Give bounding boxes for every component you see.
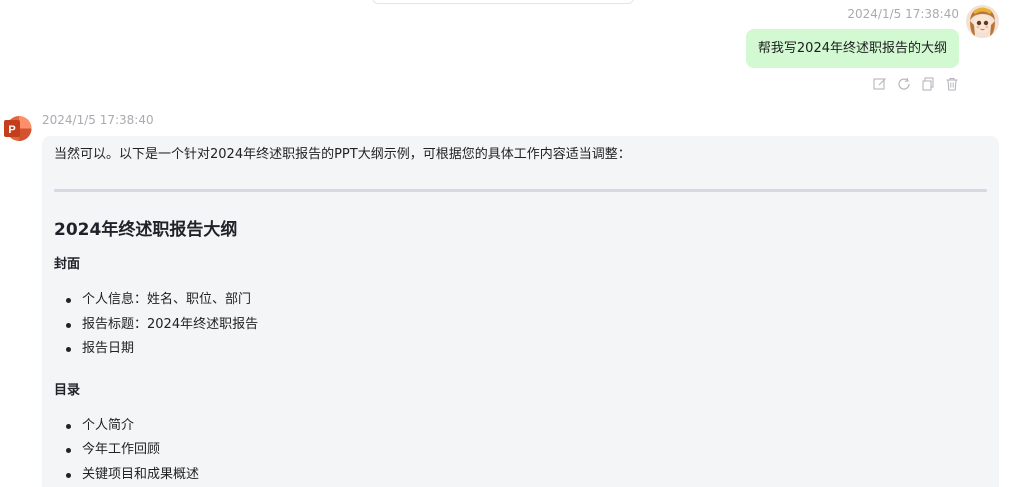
bot-message-bubble: 当然可以。以下是一个针对2024年终述职报告的PPT大纲示例，可根据您的具体工作…	[42, 136, 999, 487]
user-avatar	[966, 5, 999, 38]
section-title-toc: 目录	[54, 382, 81, 398]
bot-intro-text: 当然可以。以下是一个针对2024年终述职报告的PPT大纲示例，可根据您的具体工作…	[54, 147, 631, 162]
input-box-edge	[372, 0, 634, 4]
list-item: 今年工作回顾	[66, 441, 987, 466]
delete-icon[interactable]	[944, 76, 960, 92]
bot-avatar-letter: P	[8, 124, 15, 136]
refresh-icon[interactable]	[896, 76, 912, 92]
chat-view: 2024/1/5 17:38:40 帮我写2024年终述职报告的大纲 P 202…	[0, 0, 1009, 487]
cover-items-list: 个人信息：姓名、职位、部门 报告标题：2024年终述职报告 报告日期	[54, 291, 987, 365]
list-item: 个人简介	[66, 417, 987, 442]
powerpoint-logo-icon: P	[4, 116, 32, 141]
toc-items-list: 个人简介 今年工作回顾 关键项目和成果概述	[54, 417, 987, 487]
user-message-timestamp: 2024/1/5 17:38:40	[847, 7, 959, 21]
message-actions	[872, 76, 960, 92]
list-item: 关键项目和成果概述	[66, 466, 987, 487]
list-item: 报告日期	[66, 340, 987, 365]
copy-icon[interactable]	[920, 76, 936, 92]
divider	[54, 189, 987, 192]
bot-message-timestamp: 2024/1/5 17:38:40	[42, 113, 154, 127]
outline-title: 2024年终述职报告大纲	[54, 220, 238, 240]
section-title-cover: 封面	[54, 257, 81, 272]
list-item: 报告标题：2024年终述职报告	[66, 316, 987, 341]
list-item: 个人信息：姓名、职位、部门	[66, 291, 987, 316]
edit-icon[interactable]	[872, 76, 888, 92]
user-message-bubble: 帮我写2024年终述职报告的大纲	[745, 29, 959, 68]
